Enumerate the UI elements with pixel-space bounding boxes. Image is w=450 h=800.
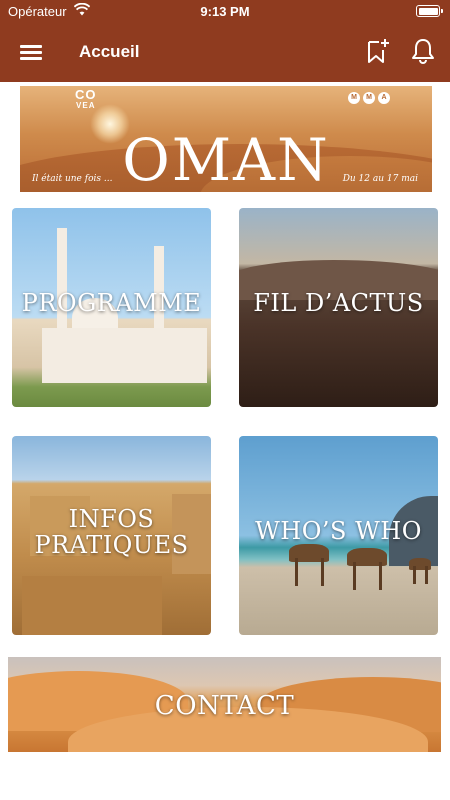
menu-button[interactable]: [20, 41, 42, 61]
bell-icon: [412, 39, 434, 64]
notifications-button[interactable]: [410, 37, 436, 65]
clock: 9:13 PM: [200, 4, 250, 19]
bookmark-button[interactable]: [366, 37, 390, 65]
tile-label: FIL D’ACTUS: [253, 289, 424, 317]
tile-contact[interactable]: CONTACT: [8, 657, 441, 752]
tile-label-line2: PRATIQUES: [34, 531, 189, 559]
oman-banner: CO VEA M M A OMAN Il était une fois ... …: [20, 86, 432, 192]
covea-logo: CO VEA: [75, 87, 97, 110]
banner-dates: Du 12 au 17 mai: [342, 174, 418, 184]
bookmark-add-icon: [368, 39, 389, 63]
banner-tagline: Il était une fois ...: [32, 174, 113, 184]
tile-label: PROGRAMME: [21, 289, 202, 317]
app-header: Opérateur 9:13 PM Accueil: [0, 0, 450, 82]
tile-programme[interactable]: PROGRAMME: [12, 208, 211, 407]
tile-infos-pratiques[interactable]: INFOS PRATIQUES: [12, 436, 211, 635]
tile-fil-actus[interactable]: FIL D’ACTUS: [239, 208, 438, 407]
menu-icon: [20, 45, 42, 48]
page-title: Accueil: [79, 42, 140, 61]
tile-label: CONTACT: [154, 691, 295, 721]
status-bar: Opérateur 9:13 PM: [0, 0, 450, 24]
mma-logo: M M A: [348, 92, 390, 104]
tile-whos-who[interactable]: WHO’S WHO: [239, 436, 438, 635]
battery-icon: [416, 5, 443, 17]
tile-label: WHO’S WHO: [255, 517, 422, 545]
tile-label-line1: INFOS: [68, 505, 155, 533]
